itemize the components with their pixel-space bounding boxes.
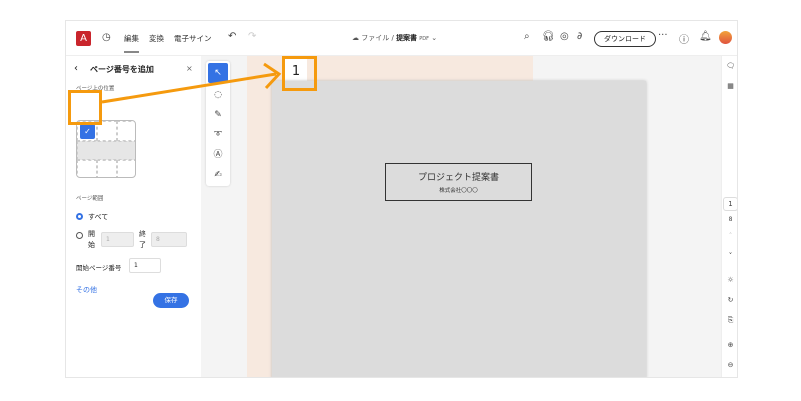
annotation-arrow [101,62,282,104]
